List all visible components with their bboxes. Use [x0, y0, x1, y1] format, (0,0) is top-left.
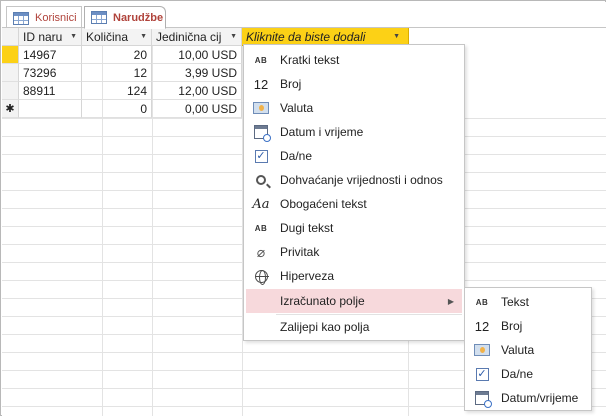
menu-item-number[interactable]: 12 Broj	[246, 72, 462, 96]
menu-item-yes-no[interactable]: ✓ Da/ne	[246, 144, 462, 168]
attachment-icon: ⌀	[256, 243, 266, 260]
number-icon: 12	[253, 76, 269, 92]
menu-item-calculated-field[interactable]: Izračunato polje ▶	[246, 289, 462, 313]
menu-item-lookup[interactable]: Dohvaćanje vrijednosti i odnos	[246, 168, 462, 192]
submenu-item-yes-no[interactable]: ✓ Da/ne	[467, 362, 589, 386]
id-cell[interactable]: 88911	[19, 82, 82, 100]
currency-icon	[470, 338, 494, 362]
unit-price-cell[interactable]: 12,00 USD	[152, 82, 242, 100]
table-icon	[13, 11, 29, 25]
submenu-item-number[interactable]: 12 Broj	[467, 314, 589, 338]
date-time-icon	[249, 120, 273, 144]
chevron-down-icon[interactable]: ▼	[393, 33, 400, 40]
yes-no-checkbox-icon: ✓	[475, 367, 489, 381]
id-cell[interactable]: 14967	[19, 46, 82, 64]
text-icon: AB	[475, 297, 489, 307]
menu-item-rich-text[interactable]: Aa Obogaćeni tekst	[246, 192, 462, 216]
quantity-cell[interactable]: 124	[82, 82, 152, 100]
short-text-icon: AB	[254, 55, 268, 65]
hyperlink-icon	[249, 264, 273, 288]
quantity-cell[interactable]: 20	[82, 46, 152, 64]
calculated-field-submenu: AB Tekst 12 Broj Valuta ✓ Da/ne Datum/vr…	[464, 287, 592, 411]
record-selector[interactable]	[2, 64, 19, 82]
unit-price-cell[interactable]: 0,00 USD	[152, 100, 242, 118]
chevron-down-icon[interactable]: ▼	[140, 33, 147, 40]
menu-item-short-text[interactable]: AB Kratki tekst	[246, 48, 462, 72]
field-type-menu: AB Kratki tekst 12 Broj Valuta Datum i v…	[243, 44, 465, 341]
menu-item-currency[interactable]: Valuta	[246, 96, 462, 120]
submenu-item-currency[interactable]: Valuta	[467, 338, 589, 362]
menu-item-hyperlink[interactable]: Hiperveza	[246, 264, 462, 288]
new-record-icon[interactable]: ✱	[2, 100, 19, 118]
date-time-icon	[470, 386, 494, 410]
select-all-corner[interactable]	[2, 28, 19, 46]
new-record-row[interactable]: ✱ 0 0,00 USD	[2, 100, 242, 118]
id-cell[interactable]: 73296	[19, 64, 82, 82]
unit-price-cell[interactable]: 10,00 USD	[152, 46, 242, 64]
submenu-item-text[interactable]: AB Tekst	[467, 290, 589, 314]
menu-item-attachment[interactable]: ⌀ Privitak	[246, 240, 462, 264]
table-icon	[91, 11, 107, 24]
table-row[interactable]: 14967 20 10,00 USD	[2, 46, 242, 64]
column-header-quantity[interactable]: Količina ▼	[82, 28, 152, 46]
table-row[interactable]: 73296 12 3,99 USD	[2, 64, 242, 82]
tab-label: Korisnici	[35, 12, 77, 24]
submenu-item-date-time[interactable]: Datum/vrijeme	[467, 386, 589, 410]
tab-label: Narudžbe	[113, 11, 164, 24]
document-tab-strip: Korisnici Narudžbe	[2, 2, 606, 29]
record-selector[interactable]	[2, 82, 19, 100]
yes-no-checkbox-icon: ✓	[254, 149, 268, 163]
id-cell[interactable]	[19, 100, 82, 118]
rich-text-icon: Aa	[252, 196, 270, 212]
access-window: Korisnici Narudžbe ID naru ▼ Količina ▼ …	[0, 0, 606, 416]
chevron-right-icon: ▶	[447, 296, 454, 306]
table-row[interactable]: 88911 124 12,00 USD	[2, 82, 242, 100]
long-text-icon: AB	[254, 223, 268, 233]
column-header-id[interactable]: ID naru ▼	[19, 28, 82, 46]
menu-item-date-time[interactable]: Datum i vrijeme	[246, 120, 462, 144]
quantity-cell[interactable]: 0	[82, 100, 152, 118]
tab-korisnici[interactable]: Korisnici	[6, 6, 82, 29]
chevron-down-icon[interactable]: ▼	[70, 33, 77, 40]
column-header-unit-price[interactable]: Jedinična cij ▼	[152, 28, 242, 46]
chevron-down-icon[interactable]: ▼	[230, 33, 237, 40]
menu-item-paste-as-fields[interactable]: Zalijepi kao polja	[246, 315, 462, 339]
number-icon: 12	[474, 318, 490, 334]
lookup-icon	[249, 168, 273, 192]
quantity-cell[interactable]: 12	[82, 64, 152, 82]
tab-narudzbe[interactable]: Narudžbe	[84, 6, 166, 29]
menu-item-long-text[interactable]: AB Dugi tekst	[246, 216, 462, 240]
currency-icon	[249, 96, 273, 120]
unit-price-cell[interactable]: 3,99 USD	[152, 64, 242, 82]
record-selector[interactable]	[2, 46, 19, 64]
